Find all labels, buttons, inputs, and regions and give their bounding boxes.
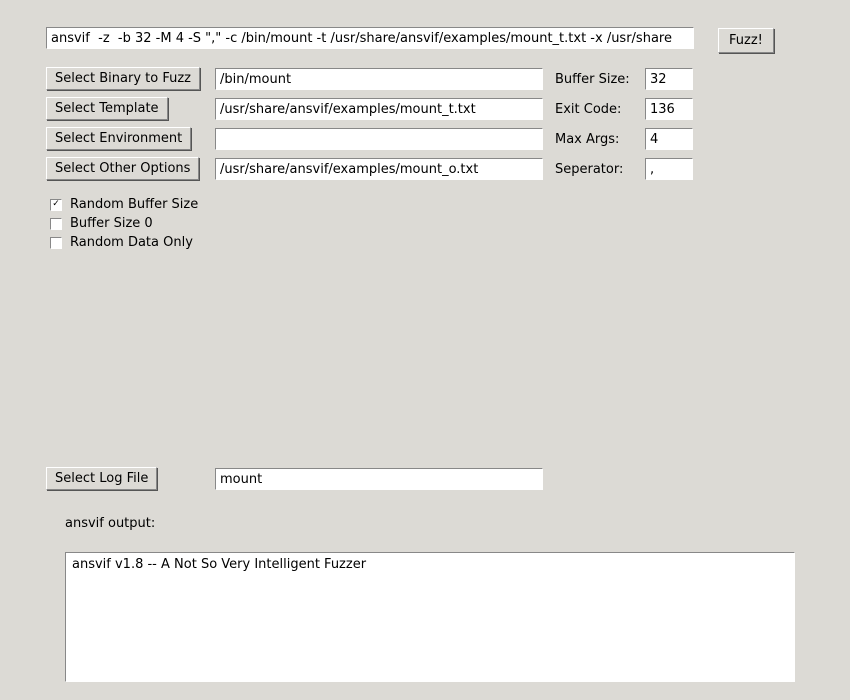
buffer-size-label: Buffer Size: — [555, 72, 630, 87]
select-log-file-button[interactable]: Select Log File — [46, 467, 157, 490]
random-data-only-checkbox[interactable] — [50, 237, 62, 249]
output-textarea[interactable]: ansvif v1.8 -- A Not So Very Intelligent… — [65, 552, 795, 682]
buffer-size-0-label: Buffer Size 0 — [70, 216, 153, 231]
other-options-path-input[interactable] — [215, 158, 543, 180]
select-template-button[interactable]: Select Template — [46, 97, 168, 120]
random-buffer-size-checkbox[interactable]: ✓ — [50, 199, 62, 211]
binary-path-input[interactable] — [215, 68, 543, 90]
max-args-input[interactable] — [645, 128, 693, 150]
command-line-input[interactable] — [46, 27, 694, 49]
max-args-label: Max Args: — [555, 132, 619, 147]
template-path-input[interactable] — [215, 98, 543, 120]
random-buffer-size-label: Random Buffer Size — [70, 197, 198, 212]
select-binary-button[interactable]: Select Binary to Fuzz — [46, 67, 200, 90]
environment-path-input[interactable] — [215, 128, 543, 150]
fuzz-button[interactable]: Fuzz! — [718, 28, 774, 53]
exit-code-input[interactable] — [645, 98, 693, 120]
buffer-size-0-checkbox[interactable] — [50, 218, 62, 230]
select-other-options-button[interactable]: Select Other Options — [46, 157, 199, 180]
exit-code-label: Exit Code: — [555, 102, 621, 117]
random-data-only-label: Random Data Only — [70, 235, 193, 250]
log-file-input[interactable] — [215, 468, 543, 490]
seperator-label: Seperator: — [555, 162, 623, 177]
seperator-input[interactable] — [645, 158, 693, 180]
buffer-size-input[interactable] — [645, 68, 693, 90]
output-label: ansvif output: — [65, 516, 155, 531]
select-environment-button[interactable]: Select Environment — [46, 127, 191, 150]
